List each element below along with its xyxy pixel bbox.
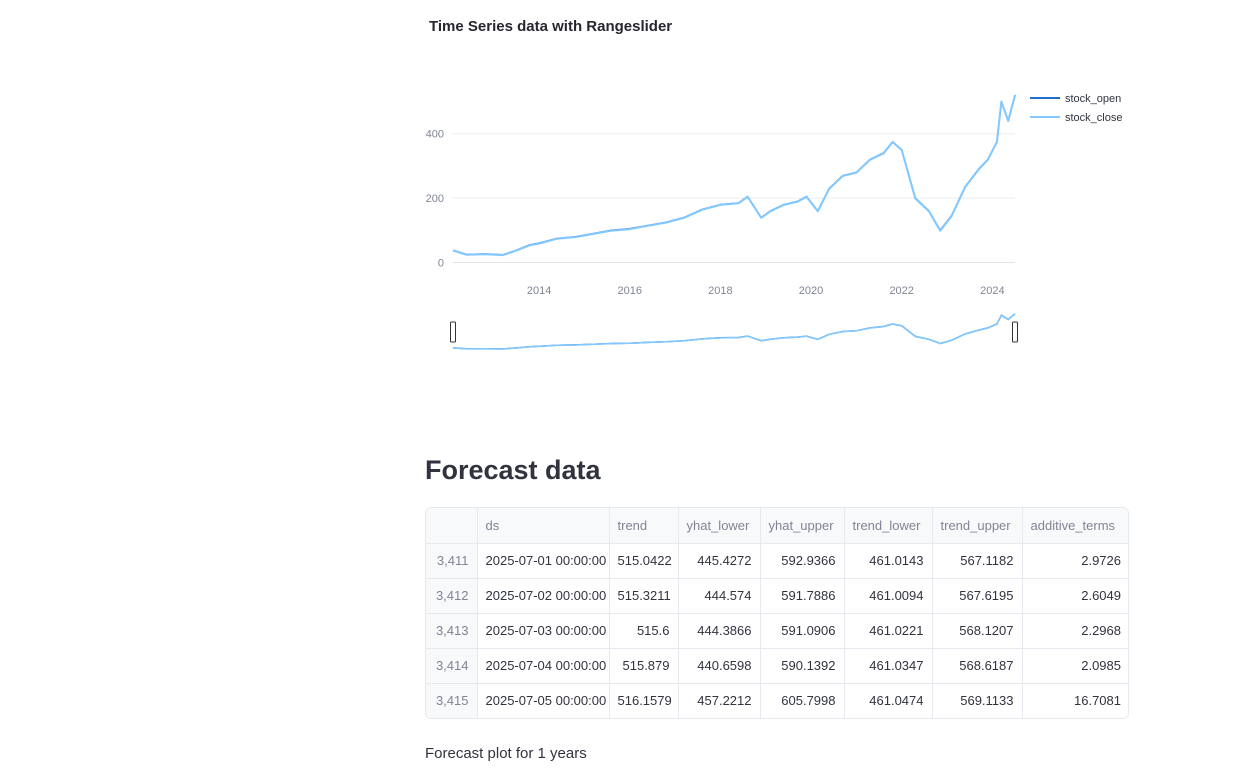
cell-ds[interactable]: 2025-07-04 00:00:00 xyxy=(477,648,610,684)
legend-label-stock_open: stock_open xyxy=(1065,93,1121,105)
column-header-yhat-lower[interactable]: yhat_lower xyxy=(678,508,761,544)
cell-yhat-lower[interactable]: 444.3866 xyxy=(678,613,761,649)
column-header-trend-lower[interactable]: trend_lower xyxy=(844,508,933,544)
rangeslider-left-handle[interactable] xyxy=(450,321,456,343)
cell-trend-upper[interactable]: 568.1207 xyxy=(932,613,1023,649)
streamlit-page: Time Series data with Rangeslider 0 200 40… xyxy=(0,0,1235,772)
cell-trend[interactable]: 516.1579 xyxy=(609,683,679,718)
x-tick-label: 2014 xyxy=(527,285,551,297)
x-tick-label: 2016 xyxy=(618,285,642,297)
cell-ds[interactable]: 2025-07-05 00:00:00 xyxy=(477,683,610,718)
x-tick-label: 2020 xyxy=(799,285,823,297)
series-line-stock_open xyxy=(452,94,1016,256)
forecast-heading: Forecast data xyxy=(425,455,601,485)
column-header-ds[interactable]: ds xyxy=(477,508,610,544)
cell-trend-upper[interactable]: 568.6187 xyxy=(932,648,1023,684)
rangeslider-line-stock_close xyxy=(452,313,1016,350)
cell-ds[interactable]: 2025-07-03 00:00:00 xyxy=(477,613,610,649)
cell-trend-upper[interactable]: 569.1133 xyxy=(932,683,1023,718)
cell-additive-terms[interactable]: 2.9726 xyxy=(1022,543,1128,579)
y-tick-label: 400 xyxy=(426,129,444,141)
cell-yhat-lower[interactable]: 445.4272 xyxy=(678,543,761,579)
table-row: 3,412 2025-07-02 00:00:00 515.3211 444.5… xyxy=(426,578,1128,614)
row-index: 3,414 xyxy=(426,648,478,684)
column-header-index[interactable] xyxy=(426,508,478,544)
legend-label-stock_close: stock_close xyxy=(1065,112,1122,124)
rangeslider-right-handle[interactable] xyxy=(1012,321,1018,343)
row-index: 3,413 xyxy=(426,613,478,649)
row-index: 3,415 xyxy=(426,683,478,718)
row-index: 3,411 xyxy=(426,543,478,579)
cell-trend[interactable]: 515.0422 xyxy=(609,543,679,579)
cell-yhat-upper[interactable]: 605.7998 xyxy=(760,683,845,718)
y-tick-label: 200 xyxy=(426,193,444,205)
forecast-table[interactable]: ds trend yhat_lower yhat_upper trend_low… xyxy=(425,507,1129,719)
cell-trend-lower[interactable]: 461.0347 xyxy=(844,648,933,684)
row-index: 3,412 xyxy=(426,578,478,614)
column-header-additive-terms[interactable]: additive_terms xyxy=(1022,508,1128,544)
column-header-trend[interactable]: trend xyxy=(609,508,679,544)
rangeslider-line-stock_open xyxy=(452,313,1016,350)
time-series-chart[interactable]: 0 200 400 2014 2016 2018 2020 2022 2024 stock_ope… xyxy=(0,0,1235,420)
cell-trend-upper[interactable]: 567.6195 xyxy=(932,578,1023,614)
table-row: 3,414 2025-07-04 00:00:00 515.879 440.65… xyxy=(426,648,1128,684)
cell-trend[interactable]: 515.879 xyxy=(609,648,679,684)
cell-trend-upper[interactable]: 567.1182 xyxy=(932,543,1023,579)
cell-ds[interactable]: 2025-07-02 00:00:00 xyxy=(477,578,610,614)
table-row: 3,415 2025-07-05 00:00:00 516.1579 457.2… xyxy=(426,683,1128,718)
cell-trend[interactable]: 515.3211 xyxy=(609,578,679,614)
table-row: 3,413 2025-07-03 00:00:00 515.6 444.3866… xyxy=(426,613,1128,649)
table-row: 3,411 2025-07-01 00:00:00 515.0422 445.4… xyxy=(426,543,1128,579)
cell-additive-terms[interactable]: 2.6049 xyxy=(1022,578,1128,614)
cell-yhat-upper[interactable]: 592.9366 xyxy=(760,543,845,579)
x-tick-label: 2022 xyxy=(889,285,913,297)
column-header-trend-upper[interactable]: trend_upper xyxy=(932,508,1023,544)
x-tick-label: 2024 xyxy=(980,285,1004,297)
cell-yhat-upper[interactable]: 590.1392 xyxy=(760,648,845,684)
series-line-stock_close xyxy=(452,95,1016,257)
cell-trend-lower[interactable]: 461.0094 xyxy=(844,578,933,614)
cell-additive-terms[interactable]: 2.0985 xyxy=(1022,648,1128,684)
forecast-plot-caption: Forecast plot for 1 years xyxy=(425,745,587,762)
cell-trend[interactable]: 515.6 xyxy=(609,613,679,649)
cell-trend-lower[interactable]: 461.0143 xyxy=(844,543,933,579)
cell-yhat-upper[interactable]: 591.0906 xyxy=(760,613,845,649)
cell-additive-terms[interactable]: 16.7081 xyxy=(1022,683,1128,718)
cell-yhat-lower[interactable]: 444.574 xyxy=(678,578,761,614)
x-tick-label: 2018 xyxy=(708,285,732,297)
cell-yhat-lower[interactable]: 440.6598 xyxy=(678,648,761,684)
column-header-yhat-upper[interactable]: yhat_upper xyxy=(760,508,845,544)
cell-ds[interactable]: 2025-07-01 00:00:00 xyxy=(477,543,610,579)
table-header-row: ds trend yhat_lower yhat_upper trend_low… xyxy=(426,508,1128,544)
cell-additive-terms[interactable]: 2.2968 xyxy=(1022,613,1128,649)
y-tick-label: 0 xyxy=(438,258,444,270)
cell-yhat-upper[interactable]: 591.7886 xyxy=(760,578,845,614)
cell-trend-lower[interactable]: 461.0221 xyxy=(844,613,933,649)
cell-yhat-lower[interactable]: 457.2212 xyxy=(678,683,761,718)
cell-trend-lower[interactable]: 461.0474 xyxy=(844,683,933,718)
